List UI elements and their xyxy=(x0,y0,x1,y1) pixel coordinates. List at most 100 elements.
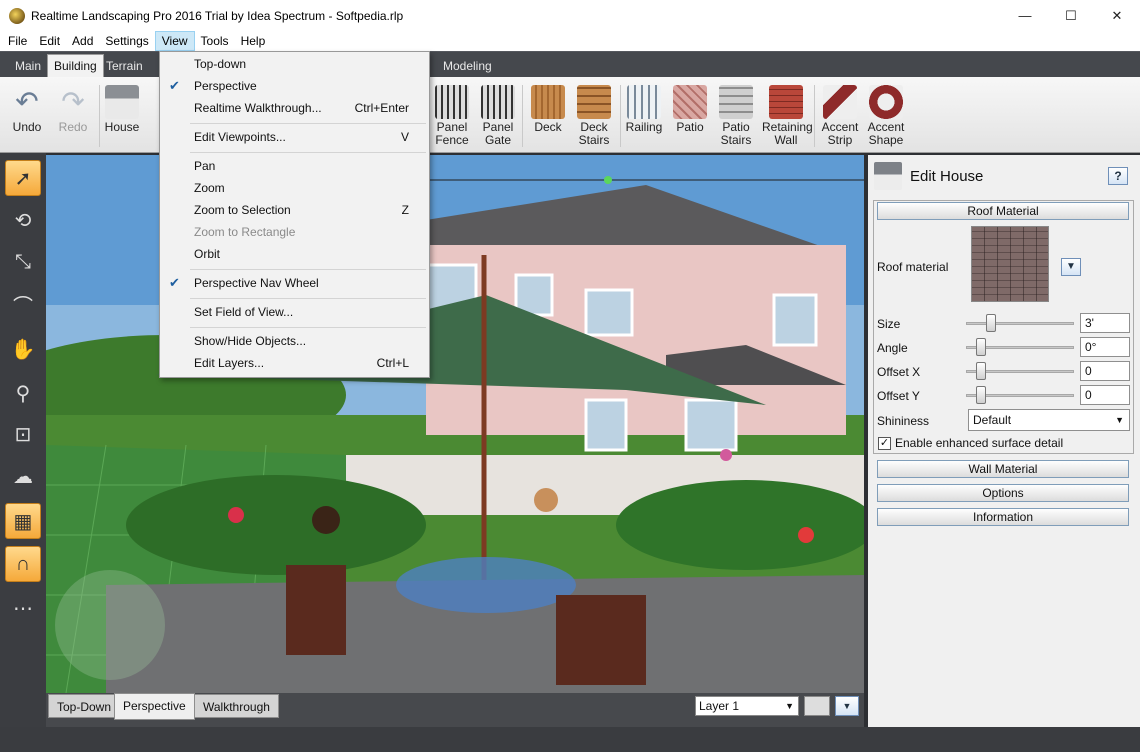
panel-gate-icon xyxy=(481,85,515,119)
size-slider-thumb[interactable] xyxy=(985,314,996,332)
zoom-icon[interactable]: ⚲ xyxy=(5,375,41,411)
deck-stairs-button[interactable]: Deck Stairs xyxy=(570,81,618,151)
layer-select-value: Layer 1 xyxy=(699,699,740,713)
offset-y-input[interactable]: 0 xyxy=(1080,385,1130,405)
menu-item-orbit[interactable]: Orbit xyxy=(161,243,428,265)
information-button[interactable]: Information xyxy=(877,508,1129,526)
offset-x-input[interactable]: 0 xyxy=(1080,361,1130,381)
roof-material-swatch[interactable] xyxy=(971,226,1049,302)
ribbon-separator xyxy=(522,85,523,147)
checkmark-icon: ✔ xyxy=(169,275,180,290)
tab-terrain[interactable]: Terrain xyxy=(100,55,149,77)
orbit-icon[interactable]: ☁ xyxy=(5,458,41,494)
shininess-select[interactable]: Default ▼ xyxy=(968,409,1130,431)
deck-button[interactable]: Deck xyxy=(524,81,572,151)
menu-file[interactable]: File xyxy=(2,31,33,51)
wall-material-button[interactable]: Wall Material xyxy=(877,460,1129,478)
house-button[interactable]: House xyxy=(98,81,146,151)
curve-tool-icon[interactable]: ⌒ xyxy=(5,286,41,322)
layers-icon[interactable] xyxy=(804,696,830,716)
tab-main[interactable]: Main xyxy=(9,55,47,77)
roof-material-dropdown[interactable]: ▼ xyxy=(1061,258,1081,276)
menu-item-zoom-rectangle: Zoom to Rectangle xyxy=(194,225,296,239)
magnet-options-icon[interactable]: ⋯ xyxy=(5,590,41,626)
tab-walkthrough[interactable]: Walkthrough xyxy=(194,694,279,718)
undo-button[interactable]: ↶ Undo xyxy=(3,81,51,151)
ribbon-separator xyxy=(814,85,815,147)
tab-modeling[interactable]: Modeling xyxy=(437,55,498,77)
roof-material-button[interactable]: Roof Material xyxy=(877,202,1129,220)
panel-gate-button[interactable]: Panel Gate xyxy=(474,81,522,151)
options-button[interactable]: Options xyxy=(877,484,1129,502)
tab-perspective[interactable]: Perspective xyxy=(114,693,195,720)
chevron-down-icon: ▼ xyxy=(785,701,794,711)
patio-stairs-button[interactable]: Patio Stairs xyxy=(712,81,760,151)
offset-y-label: Offset Y xyxy=(877,389,920,403)
retaining-wall-button[interactable]: Retaining Wall xyxy=(762,81,813,151)
patio-icon xyxy=(673,85,707,119)
shininess-label: Shininess xyxy=(877,414,930,428)
deck-icon xyxy=(531,85,565,119)
resize-tool-icon[interactable]: ⤡ xyxy=(5,244,41,280)
menu-tools[interactable]: Tools xyxy=(195,31,235,51)
menu-item-zoom-selection[interactable]: Zoom to Selection Z xyxy=(161,199,428,221)
minimize-button[interactable]: — xyxy=(1002,0,1048,31)
magnet-snap-icon[interactable]: ∩ xyxy=(5,546,41,582)
redo-button[interactable]: ↷ Redo xyxy=(49,81,97,151)
menu-item-edit-viewpoints[interactable]: Edit Viewpoints... V xyxy=(161,126,428,148)
accent-strip-icon xyxy=(823,85,857,119)
menu-item-realtime-walkthrough[interactable]: Realtime Walkthrough... Ctrl+Enter xyxy=(161,97,428,119)
menu-item-set-field-of-view[interactable]: Set Field of View... xyxy=(161,301,428,323)
accent-strip-button[interactable]: Accent Strip xyxy=(816,81,864,151)
menu-item-perspective[interactable]: ✔ Perspective xyxy=(161,75,428,97)
zoom-selection-icon[interactable]: ⊡ xyxy=(5,416,41,452)
menu-item-pan[interactable]: Pan xyxy=(161,155,428,177)
help-button[interactable]: ? xyxy=(1108,167,1128,185)
tab-building[interactable]: Building xyxy=(47,54,104,78)
close-button[interactable]: ✕ xyxy=(1094,0,1140,31)
panel-fence-button[interactable]: Panel Fence xyxy=(428,81,476,151)
angle-label: Angle xyxy=(877,341,908,355)
rotate-tool-icon[interactable]: ⟲ xyxy=(5,202,41,238)
pan-hand-icon[interactable]: ✋ xyxy=(5,331,41,367)
menu-view[interactable]: View xyxy=(154,31,195,51)
size-input[interactable]: 3' xyxy=(1080,313,1130,333)
menu-edit[interactable]: Edit xyxy=(33,31,66,51)
redo-icon: ↷ xyxy=(61,86,85,117)
select-tool-icon[interactable]: ➚ xyxy=(5,160,41,196)
app-window: Realtime Landscaping Pro 2016 Trial by I… xyxy=(0,0,1140,752)
enhanced-detail-checkbox[interactable]: ✓ xyxy=(878,437,891,450)
tab-top-down[interactable]: Top-Down xyxy=(48,694,121,718)
angle-input[interactable]: 0° xyxy=(1080,337,1130,357)
railing-button[interactable]: Railing xyxy=(620,81,668,151)
offset-y-slider-thumb[interactable] xyxy=(975,386,986,404)
window-title: Realtime Landscaping Pro 2016 Trial by I… xyxy=(31,8,404,23)
left-toolbar: ➚ ⟲ ⤡ ⌒ ✋ ⚲ ⊡ ☁ ▦ ∩ ⋯ xyxy=(0,153,46,727)
house-icon xyxy=(105,85,139,119)
maximize-button[interactable]: ☐ xyxy=(1048,0,1094,31)
layer-dropdown-button[interactable]: ▼ xyxy=(835,696,859,716)
menu-item-top-down[interactable]: Top-down xyxy=(161,53,428,75)
menu-item-edit-layers[interactable]: Edit Layers... Ctrl+L xyxy=(161,352,428,374)
patio-stairs-icon xyxy=(719,85,753,119)
offset-x-slider-thumb[interactable] xyxy=(975,362,986,380)
menu-separator xyxy=(190,327,426,328)
menu-item-perspective-nav-wheel[interactable]: ✔ Perspective Nav Wheel xyxy=(161,272,428,294)
accent-shape-button[interactable]: Accent Shape xyxy=(862,81,910,151)
menu-help[interactable]: Help xyxy=(235,31,272,51)
status-bar xyxy=(0,727,1140,752)
panel-fence-icon xyxy=(435,85,469,119)
angle-slider-thumb[interactable] xyxy=(975,338,986,356)
menu-item-show-hide-objects[interactable]: Show/Hide Objects... xyxy=(161,330,428,352)
layer-select[interactable]: Layer 1 ▼ xyxy=(695,696,799,716)
grid-snap-icon[interactable]: ▦ xyxy=(5,503,41,539)
deck-stairs-icon xyxy=(577,85,611,119)
size-slider[interactable] xyxy=(966,322,1074,325)
menu-item-zoom[interactable]: Zoom xyxy=(161,177,428,199)
offset-x-label: Offset X xyxy=(877,365,921,379)
panel-title: Edit House xyxy=(910,167,984,185)
patio-button[interactable]: Patio xyxy=(666,81,714,151)
menu-add[interactable]: Add xyxy=(66,31,99,51)
menu-settings[interactable]: Settings xyxy=(99,31,154,51)
undo-icon: ↶ xyxy=(15,86,39,117)
